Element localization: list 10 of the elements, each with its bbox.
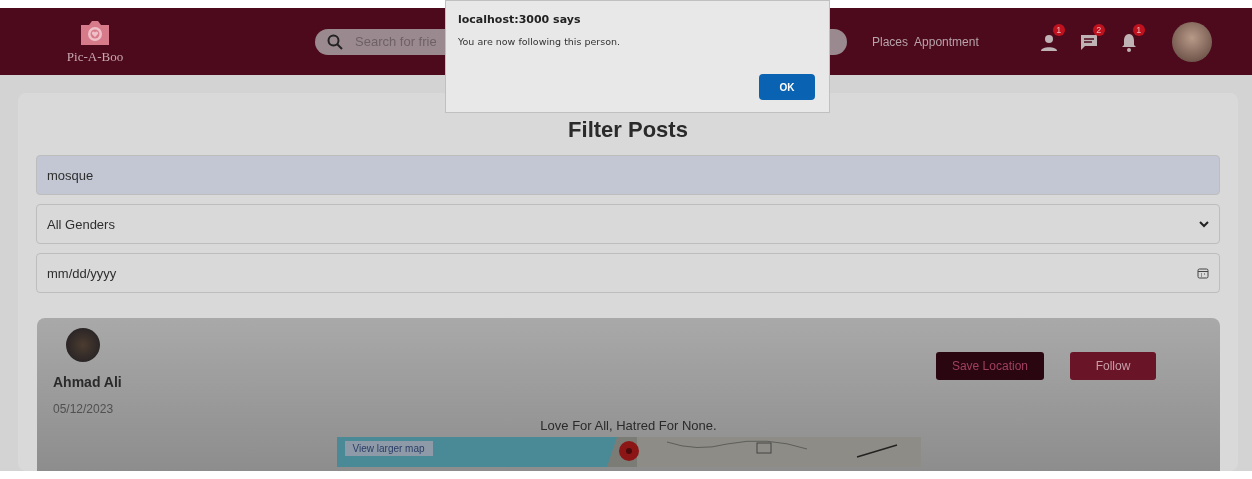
dialog-message: You are now following this person. <box>458 36 622 47</box>
logo-text: Pic-A-Boo <box>66 48 124 65</box>
dialog-title: localhost:3000 says <box>458 13 582 26</box>
post-caption: Love For All, Hatred For None. <box>539 418 718 433</box>
author-name: Ahmad Ali <box>53 374 122 390</box>
post-date: 05/12/2023 <box>53 402 114 416</box>
notification-badge: 1 <box>1052 23 1065 36</box>
notification-badge: 2 <box>1092 23 1105 36</box>
filter-title: Filter Posts <box>567 117 689 143</box>
notification-badge: 1 <box>1132 23 1145 36</box>
